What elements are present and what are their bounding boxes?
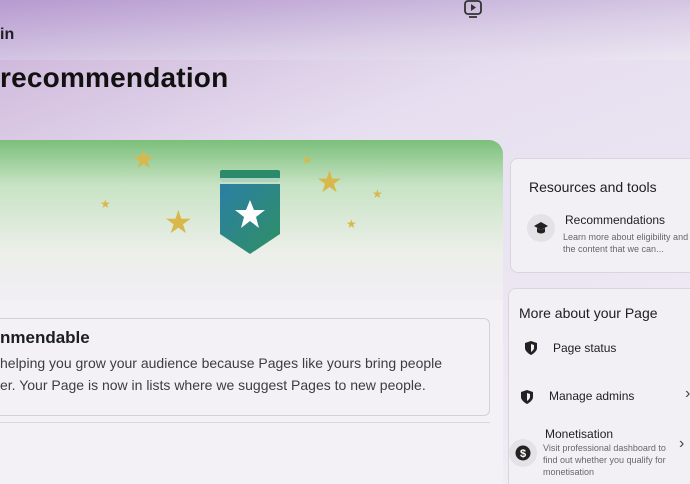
recommendable-badge-icon <box>218 170 282 256</box>
monetisation-link[interactable]: Monetisation <box>545 427 613 441</box>
svg-text:$: $ <box>520 448 526 460</box>
star-icon: ★ <box>372 187 383 201</box>
star-icon: ★ <box>316 166 343 199</box>
play-video-icon[interactable] <box>463 0 485 20</box>
star-icon: ★ <box>132 144 156 174</box>
chevron-right-icon: › <box>679 435 685 452</box>
divider <box>0 422 490 423</box>
more-about-page-card: More about your Page Page status Manage … <box>508 288 690 484</box>
star-icon: ★ <box>302 153 313 167</box>
star-icon: ★ <box>346 217 357 231</box>
status-title: nmendable <box>0 328 90 347</box>
page-status-link[interactable]: Page status <box>553 341 616 355</box>
manage-admins-link[interactable]: Manage admins <box>549 389 634 403</box>
page-title: recommendation <box>0 62 229 93</box>
status-description: helping you grow your audience because P… <box>0 352 480 396</box>
recommendations-link[interactable]: Recommendations <box>565 213 665 227</box>
star-icon: ★ <box>164 204 193 240</box>
status-line-1: helping you grow your audience because P… <box>0 355 443 371</box>
top-bar <box>0 0 690 60</box>
shield-icon <box>517 334 545 362</box>
recommendation-card: ★ ★ ★ ★ ★ ★ ★ nmendable helping you grow… <box>0 140 503 484</box>
more-heading: More about your Page <box>519 305 658 321</box>
top-nav-fragment[interactable]: in <box>0 26 14 44</box>
star-icon: ★ <box>100 197 111 211</box>
resources-card: Resources and tools Recommendations Lear… <box>510 158 690 273</box>
graduation-cap-icon <box>527 214 555 242</box>
status-line-2: er. Your Page is now in lists where we s… <box>0 377 426 393</box>
chevron-right-icon: › <box>685 385 690 402</box>
recommendations-desc: Learn more about eligibility and the con… <box>563 232 689 254</box>
resources-heading: Resources and tools <box>529 179 657 195</box>
shield-icon <box>513 383 541 411</box>
monetisation-desc: Visit professional dashboard to find out… <box>543 443 666 477</box>
dollar-icon: $ <box>509 439 537 467</box>
